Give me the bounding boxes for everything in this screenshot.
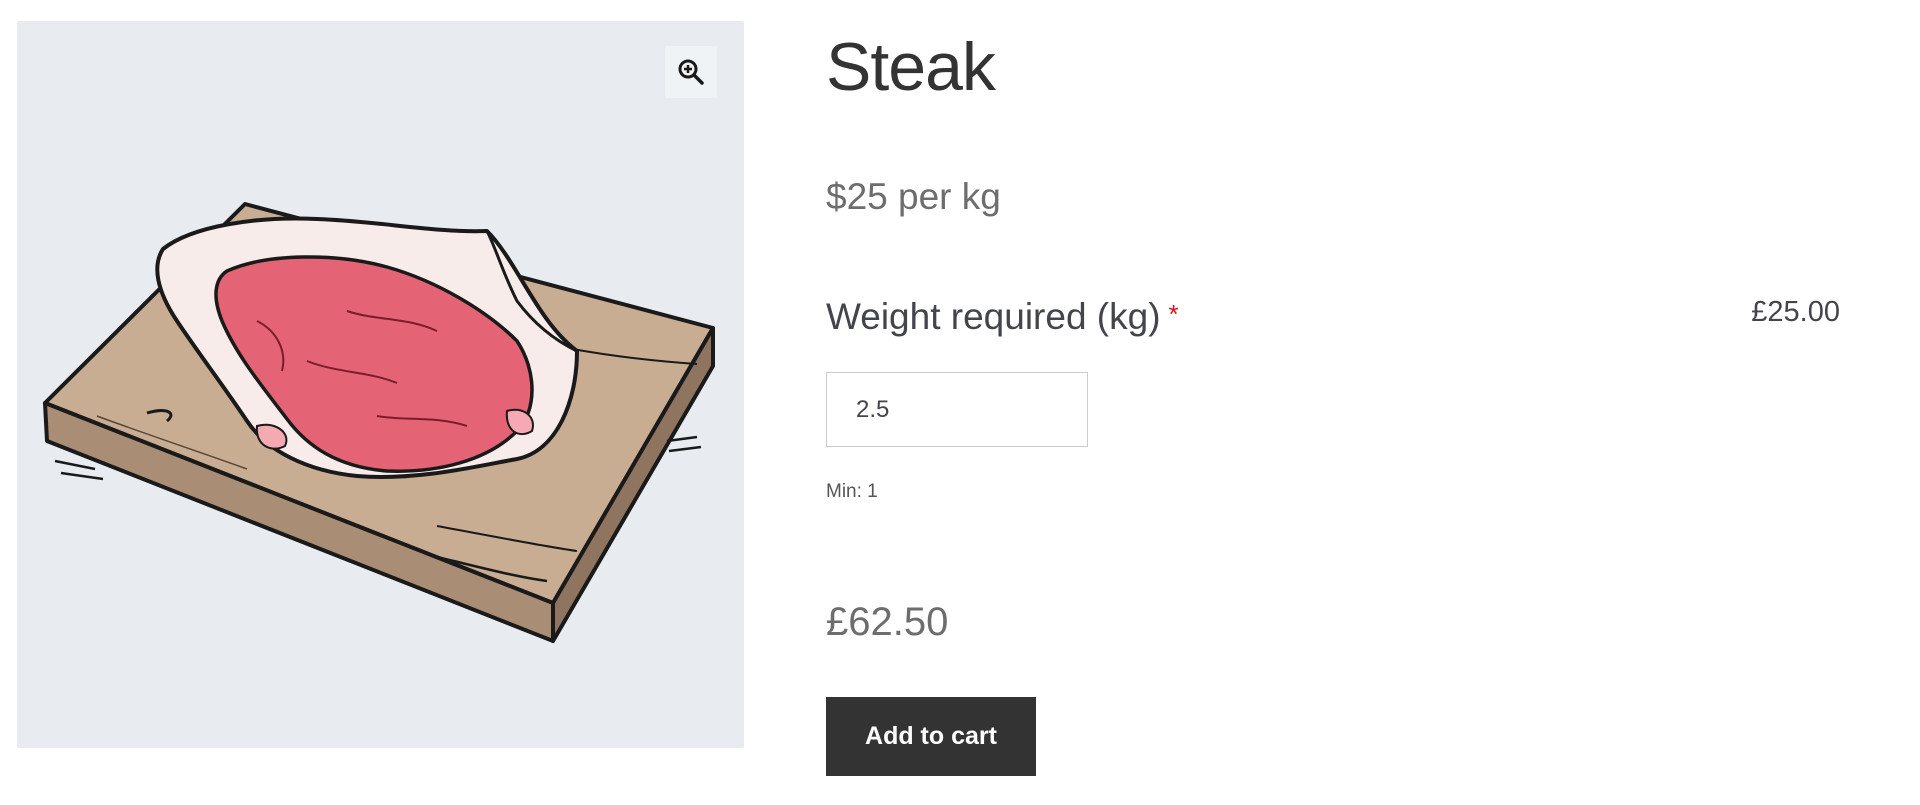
product-title: Steak [826, 29, 996, 105]
weight-input[interactable] [826, 372, 1088, 447]
total-price: £62.50 [826, 600, 949, 644]
product-summary: Steak $25 per kg Weight required (kg) * £… [826, 0, 1886, 805]
zoom-in-icon [678, 59, 704, 85]
add-to-cart-button[interactable]: Add to cart [826, 697, 1036, 776]
min-note: Min: 1 [826, 481, 878, 502]
unit-price: $25 per kg [826, 176, 1001, 217]
zoom-button[interactable] [665, 46, 717, 98]
weight-field-label: Weight required (kg) * [826, 296, 1179, 338]
product-image-gallery [17, 21, 744, 748]
option-price: £25.00 [1751, 296, 1840, 328]
weight-label-text: Weight required (kg) [826, 296, 1161, 337]
steak-illustration [43, 202, 715, 643]
required-indicator: * [1168, 299, 1179, 329]
